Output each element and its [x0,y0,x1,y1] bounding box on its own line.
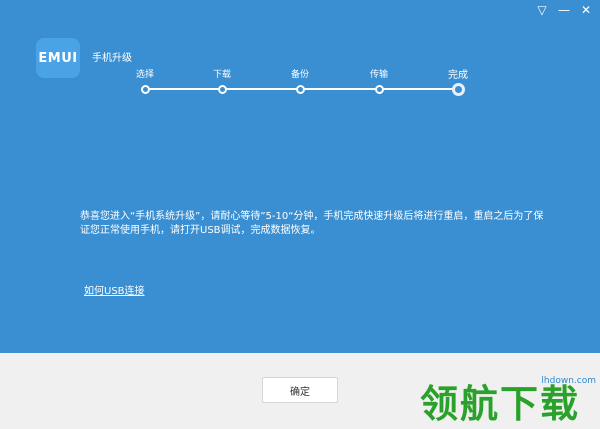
ok-button[interactable]: 确定 [262,377,338,403]
step-transfer: 传输 [359,70,399,94]
usb-connection-link[interactable]: 如何USB连接 [84,282,145,297]
logo-text: EMUI [38,50,78,66]
progress-steps: 选择 下载 备份 传输 完成 [134,70,468,100]
close-icon[interactable]: ✕ [580,4,592,16]
watermark-text: 领航下载 [420,382,581,426]
step-label: 选择 [135,70,154,80]
upgrade-message: 恭喜您进入“手机系统升级”，请耐心等待”5-10“分钟，手机完成快速升级后将进行… [80,211,544,236]
step-select: 选择 [125,70,165,94]
watermark: lhdown.com 领航下载 [420,374,600,429]
step-label: 备份 [290,70,309,80]
step-dot-icon [375,85,384,94]
step-download: 下载 [202,70,242,94]
window-controls: ▽ — ✕ [536,4,592,16]
step-dot-icon [296,85,305,94]
step-dot-icon [218,85,227,94]
minimize-icon[interactable]: — [558,4,570,16]
step-dot-icon [141,85,150,94]
step-backup: 备份 [280,70,320,94]
step-label: 完成 [448,70,468,81]
step-label: 传输 [369,70,388,80]
app-window: ▽ — ✕ EMUI 手机升级 选择 下载 备份 传输 完成 恭喜您进入“手机系… [0,0,600,429]
app-title: 手机升级 [92,53,132,64]
step-label: 下载 [212,70,231,80]
emui-logo: EMUI [36,38,80,78]
main-panel: ▽ — ✕ EMUI 手机升级 选择 下载 备份 传输 完成 恭喜您进入“手机系… [0,0,600,353]
step-dot-active-icon [452,83,465,96]
step-complete: 完成 [438,70,478,96]
dropdown-icon[interactable]: ▽ [536,4,548,16]
